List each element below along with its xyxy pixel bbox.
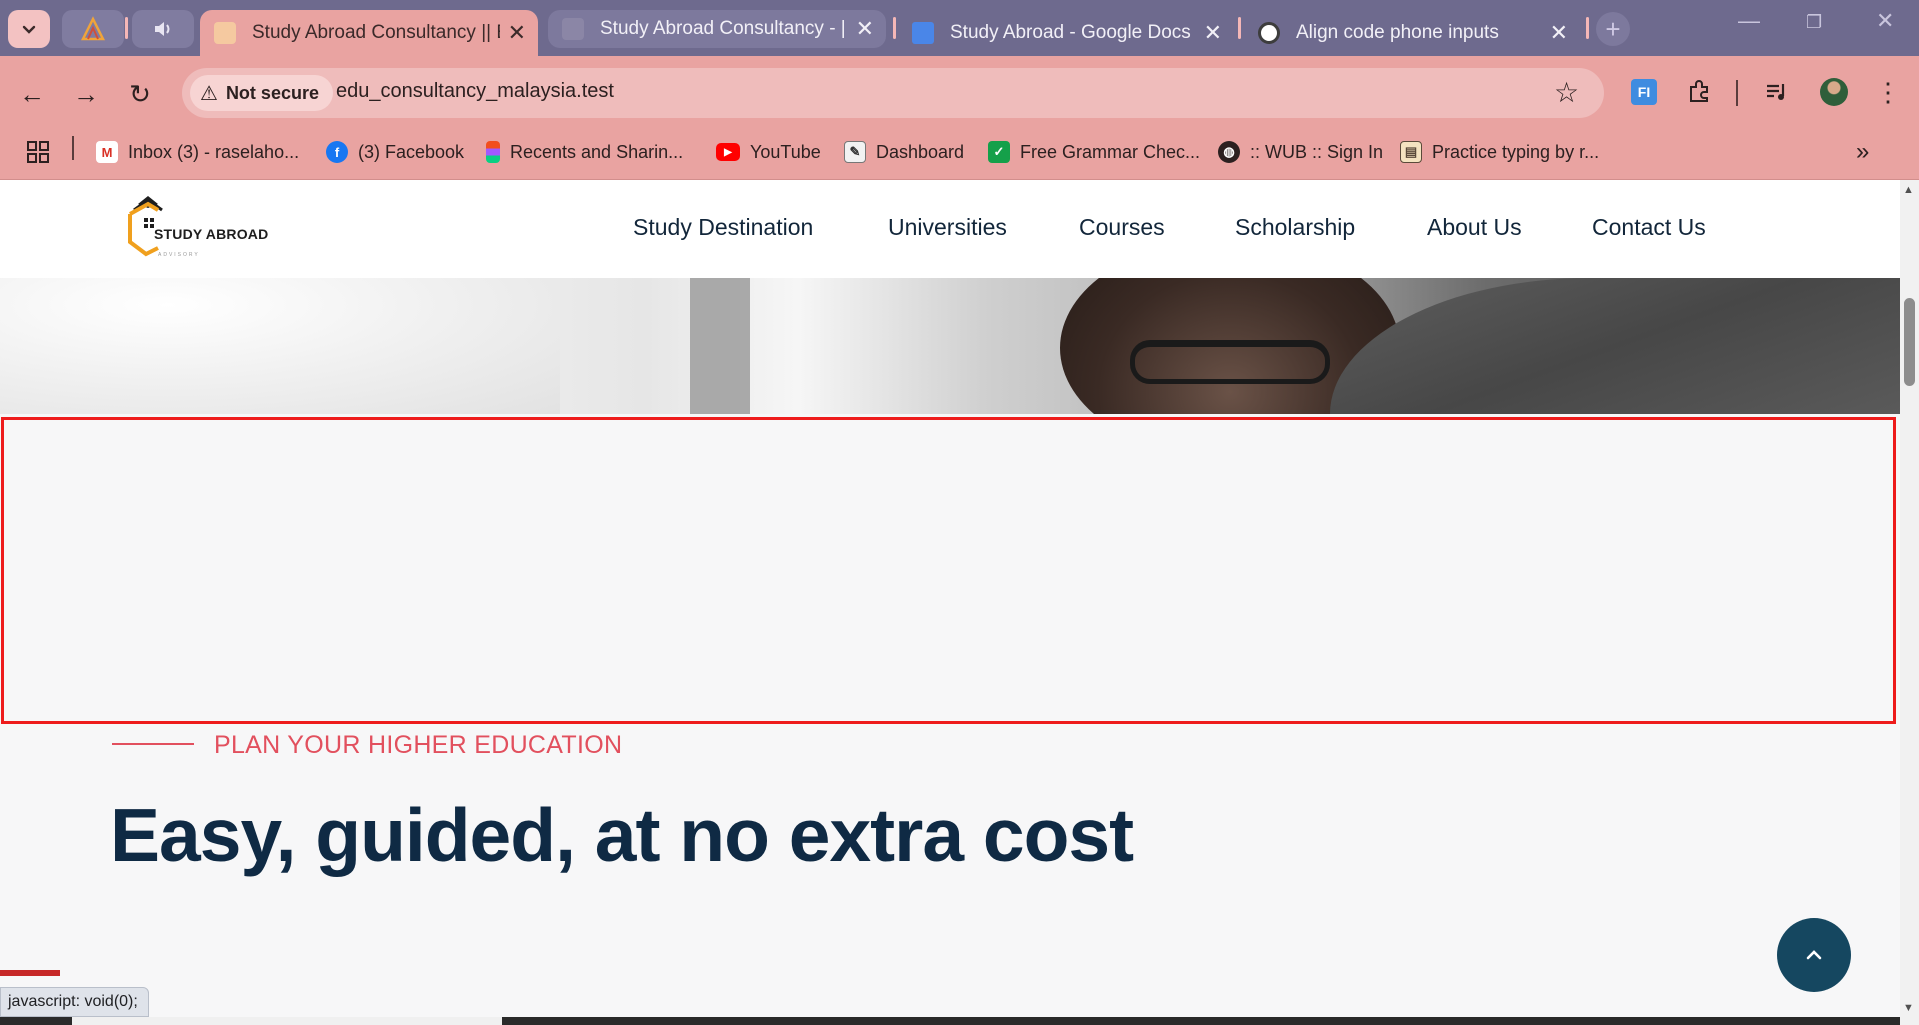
- reload-icon[interactable]: ↻: [122, 76, 158, 112]
- kebab-menu-icon[interactable]: ⋮: [1872, 76, 1904, 108]
- bookmark-label: (3) Facebook: [358, 141, 465, 162]
- chevron-up-icon: [1806, 950, 1822, 960]
- bookmark-figma[interactable]: Recents and Sharin...: [486, 134, 683, 170]
- tab-title: Study Abroad - Google Docs: [950, 22, 1191, 43]
- nav-courses[interactable]: Courses: [1079, 214, 1165, 241]
- bookmark-grammar[interactable]: ✓ Free Grammar Chec...: [988, 134, 1200, 170]
- close-icon[interactable]: ✕: [856, 16, 874, 42]
- tab-google-docs[interactable]: Study Abroad - Google Docs ✕: [898, 10, 1234, 56]
- close-icon[interactable]: ✕: [1550, 20, 1568, 46]
- apps-grid-icon[interactable]: [26, 134, 50, 170]
- bookmark-label: Practice typing by r...: [1432, 141, 1600, 162]
- bookmark-label: YouTube: [750, 141, 821, 162]
- tab-title: Study Abroad Consultancy || Ed: [252, 22, 500, 43]
- speaker-icon: [155, 22, 170, 36]
- tab-separator: [1238, 17, 1241, 39]
- facebook-icon: f: [326, 141, 348, 163]
- highlighted-empty-section: [1, 417, 1896, 724]
- dashboard-icon: ✎: [844, 141, 866, 163]
- bookmark-label: Inbox (3) - raselaho...: [128, 141, 300, 162]
- extension-fi-button[interactable]: FI: [1628, 76, 1660, 108]
- bookmark-label: :: WUB :: Sign In: [1250, 141, 1384, 162]
- youtube-icon: ▶: [716, 143, 740, 161]
- tab-separator: [125, 17, 128, 39]
- tab-study-abroad-2[interactable]: Study Abroad Consultancy - | C ✕: [548, 10, 886, 48]
- toolbar-separator: [1736, 80, 1738, 106]
- tab-separator: [893, 17, 896, 39]
- bookmark-label: Free Grammar Chec...: [1020, 141, 1201, 162]
- bookmark-separator: [72, 136, 74, 160]
- nav-about-us[interactable]: About Us: [1427, 214, 1522, 241]
- bookmark-wub[interactable]: ◍ :: WUB :: Sign In: [1218, 134, 1383, 170]
- bookmark-facebook[interactable]: f (3) Facebook: [326, 134, 464, 170]
- fi-extension-icon: FI: [1631, 79, 1657, 105]
- link-status-bubble: javascript: void(0);: [0, 987, 149, 1017]
- site-security-chip[interactable]: ⚠ Not secure: [190, 75, 333, 111]
- bookmark-gmail[interactable]: M Inbox (3) - raselaho...: [96, 134, 299, 170]
- chevron-down-icon: [22, 25, 36, 34]
- tab-study-abroad-active[interactable]: Study Abroad Consultancy || Ed ✕: [200, 10, 538, 56]
- tab-chatgpt[interactable]: Align code phone inputs ✕: [1244, 10, 1580, 56]
- bookmark-star-icon[interactable]: ☆: [1554, 76, 1579, 109]
- google-docs-icon: [912, 22, 934, 44]
- close-icon[interactable]: ✕: [1204, 20, 1222, 46]
- section-eyebrow: PLAN YOUR HIGHER EDUCATION: [214, 731, 623, 759]
- bookmark-label: Recents and Sharin...: [510, 141, 684, 162]
- scrollbar-thumb[interactable]: [1904, 298, 1915, 386]
- page-bottom-edge: [0, 1017, 1900, 1025]
- bookmark-dashboard[interactable]: ✎ Dashboard: [844, 134, 964, 170]
- logo-subtext: ADVISORY: [158, 252, 200, 258]
- forward-arrow-icon[interactable]: →: [68, 76, 104, 112]
- section-headline: Easy, guided, at no extra cost: [110, 793, 1134, 877]
- gmail-icon: M: [96, 141, 118, 163]
- nav-scholarship[interactable]: Scholarship: [1235, 214, 1355, 241]
- site-favicon-icon: [562, 18, 584, 40]
- typing-practice-icon: ▤: [1400, 141, 1422, 163]
- minimize-icon[interactable]: —: [1738, 8, 1760, 34]
- security-label: Not secure: [225, 82, 319, 103]
- bookmarks-overflow-icon[interactable]: »: [1856, 134, 1869, 170]
- close-icon[interactable]: ✕: [508, 20, 526, 46]
- figma-icon: [486, 141, 500, 163]
- nav-universities[interactable]: Universities: [888, 214, 1007, 241]
- app-logo-icon: [80, 16, 106, 41]
- url-text[interactable]: edu_consultancy_malaysia.test: [336, 80, 614, 103]
- hero-image: [0, 278, 1900, 414]
- tab-search-button[interactable]: [8, 10, 50, 48]
- grammar-checker-icon: ✓: [988, 141, 1010, 163]
- bookmark-label: Dashboard: [876, 141, 965, 162]
- warning-triangle-icon: ⚠: [200, 82, 218, 105]
- media-control-icon[interactable]: [1761, 76, 1793, 108]
- eyebrow-divider: [112, 743, 194, 745]
- bottom-left-widget-edge: [0, 970, 60, 976]
- scroll-to-top-button[interactable]: [1777, 918, 1851, 992]
- restore-icon[interactable]: ❐: [1806, 12, 1822, 33]
- tab-title: Study Abroad Consultancy - | C: [600, 18, 848, 39]
- tab-title: Align code phone inputs: [1296, 22, 1499, 43]
- extensions-puzzle-icon[interactable]: [1683, 76, 1715, 108]
- logo-text: STUDY ABROAD: [154, 226, 269, 242]
- pinned-tab-audio[interactable]: [132, 10, 194, 48]
- nav-study-destination[interactable]: Study Destination: [633, 214, 813, 241]
- nav-contact-us[interactable]: Contact Us: [1592, 214, 1706, 241]
- site-favicon-icon: [214, 22, 236, 44]
- pinned-tab-app[interactable]: [62, 10, 124, 48]
- new-tab-button[interactable]: +: [1596, 12, 1630, 46]
- globe-icon: ◍: [1218, 141, 1240, 163]
- profile-avatar[interactable]: [1818, 76, 1850, 108]
- scroll-down-arrow-icon[interactable]: ▼: [1903, 1002, 1914, 1014]
- bookmark-typing[interactable]: ▤ Practice typing by r...: [1400, 134, 1599, 170]
- back-arrow-icon[interactable]: ←: [14, 76, 50, 112]
- bookmark-youtube[interactable]: ▶ YouTube: [716, 134, 821, 170]
- window-close-icon[interactable]: ✕: [1876, 8, 1894, 34]
- chatgpt-icon: [1258, 22, 1280, 44]
- tab-separator: [1586, 17, 1589, 39]
- scroll-up-arrow-icon[interactable]: ▲: [1903, 184, 1914, 196]
